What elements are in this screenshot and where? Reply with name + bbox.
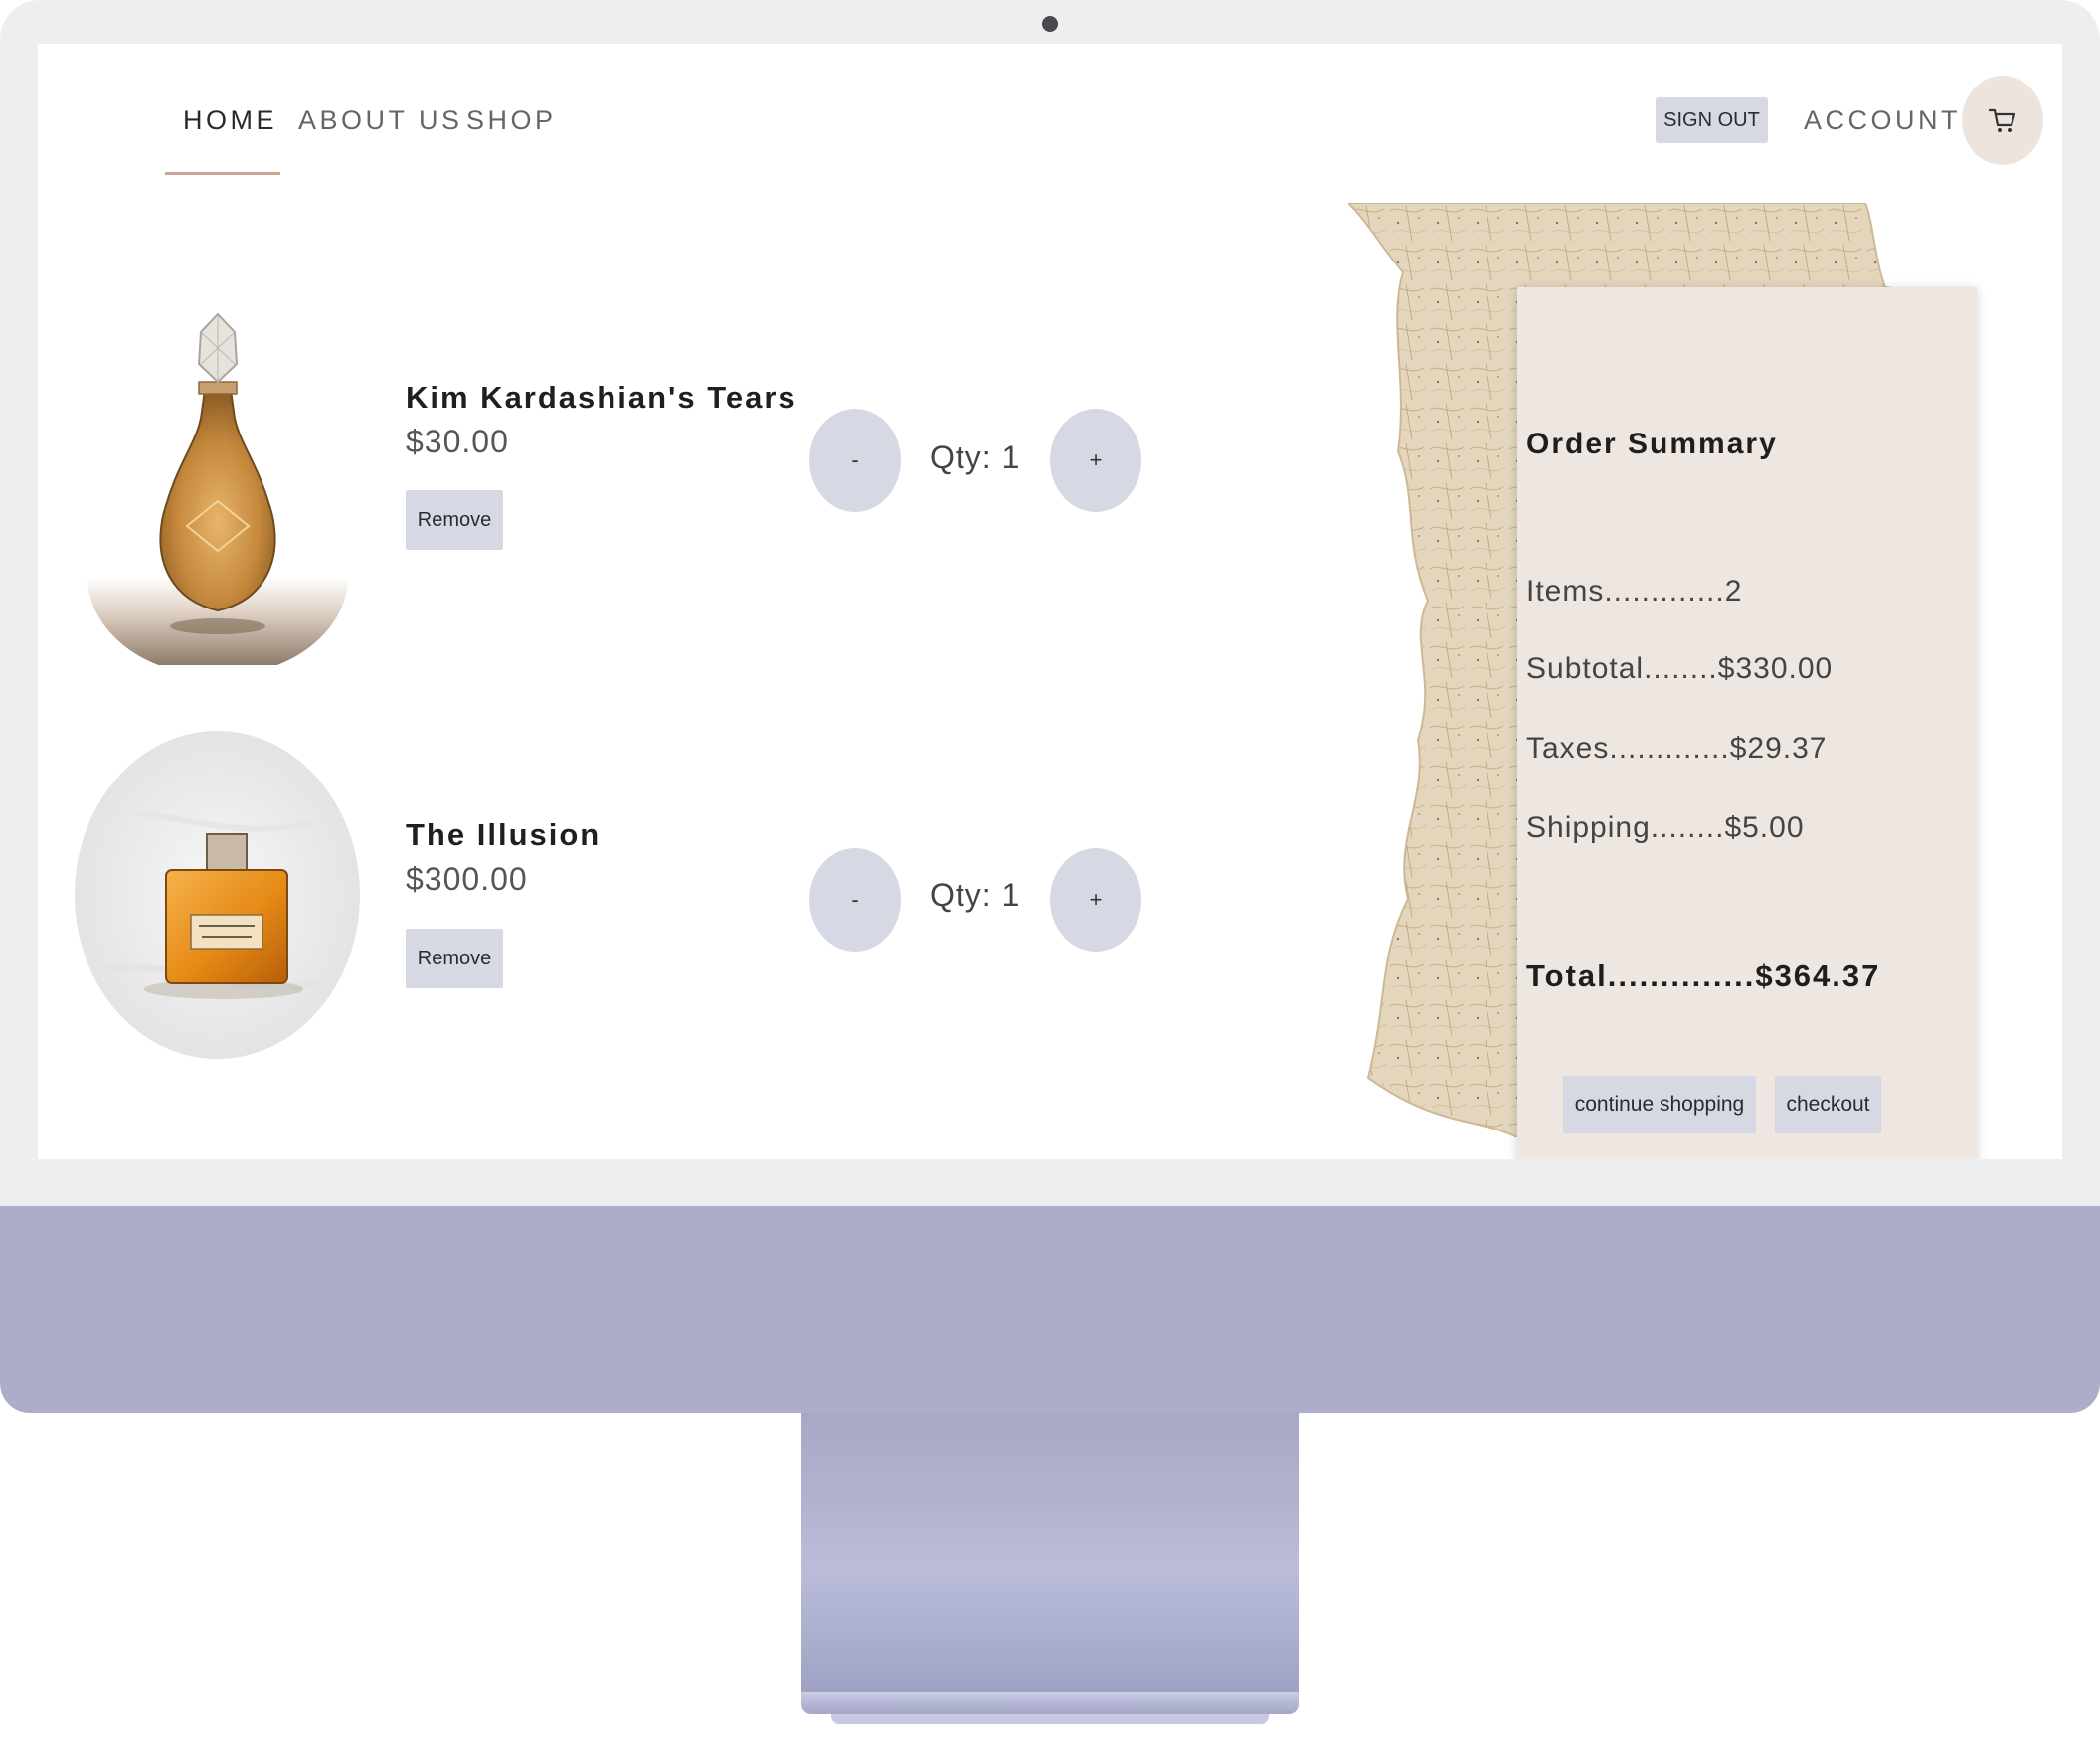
product-price: $300.00 bbox=[406, 861, 528, 897]
nav-account-link[interactable]: ACCOUNT bbox=[1804, 105, 1961, 136]
summary-total: Total..............$364.37 bbox=[1526, 958, 1881, 993]
product-name: Kim Kardashian's Tears bbox=[406, 380, 797, 415]
monitor-stand-shadow bbox=[831, 1714, 1269, 1724]
continue-shopping-button[interactable]: continue shopping bbox=[1563, 1076, 1756, 1133]
cart-button[interactable] bbox=[1962, 76, 2043, 165]
monitor-stand-foot bbox=[801, 1692, 1299, 1714]
order-summary-card bbox=[1517, 287, 1977, 1159]
sign-out-button[interactable]: SIGN OUT bbox=[1656, 97, 1768, 143]
decrease-quantity-button[interactable]: - bbox=[809, 848, 901, 952]
summary-shipping: Shipping........$5.00 bbox=[1526, 811, 1805, 844]
decrease-quantity-button[interactable]: - bbox=[809, 409, 901, 512]
monitor-frame: HOME ABOUT US SHOP SIGN OUT ACCOUNT Kim … bbox=[0, 0, 2100, 1206]
order-summary-title: Order Summary bbox=[1526, 428, 1778, 460]
remove-item-button[interactable]: Remove bbox=[406, 490, 503, 550]
checkout-button[interactable]: checkout bbox=[1775, 1076, 1881, 1133]
shopping-cart-icon bbox=[1988, 108, 2016, 132]
monitor-chin bbox=[0, 1206, 2100, 1413]
product-image-kim-kardashians-tears bbox=[88, 302, 348, 665]
increase-quantity-button[interactable]: + bbox=[1050, 848, 1141, 952]
nav-home-link[interactable]: HOME bbox=[183, 105, 277, 136]
nav-shop-link[interactable]: SHOP bbox=[466, 105, 557, 136]
camera-dot bbox=[1042, 16, 1058, 32]
remove-item-button[interactable]: Remove bbox=[406, 929, 503, 988]
product-name: The Illusion bbox=[406, 817, 602, 852]
monitor-stand bbox=[801, 1413, 1299, 1694]
nav-about-link[interactable]: ABOUT US bbox=[298, 105, 463, 136]
product-image-the-illusion bbox=[75, 731, 360, 1059]
quantity-label: Qty: 1 bbox=[930, 877, 1021, 913]
increase-quantity-button[interactable]: + bbox=[1050, 409, 1141, 512]
summary-taxes: Taxes.............$29.37 bbox=[1526, 732, 1828, 765]
screen: HOME ABOUT US SHOP SIGN OUT ACCOUNT Kim … bbox=[38, 44, 2062, 1159]
summary-subtotal: Subtotal........$330.00 bbox=[1526, 652, 1834, 685]
nav-active-underline bbox=[165, 172, 280, 175]
product-price: $30.00 bbox=[406, 424, 509, 459]
summary-items: Items.............2 bbox=[1526, 575, 1743, 608]
quantity-label: Qty: 1 bbox=[930, 439, 1021, 475]
